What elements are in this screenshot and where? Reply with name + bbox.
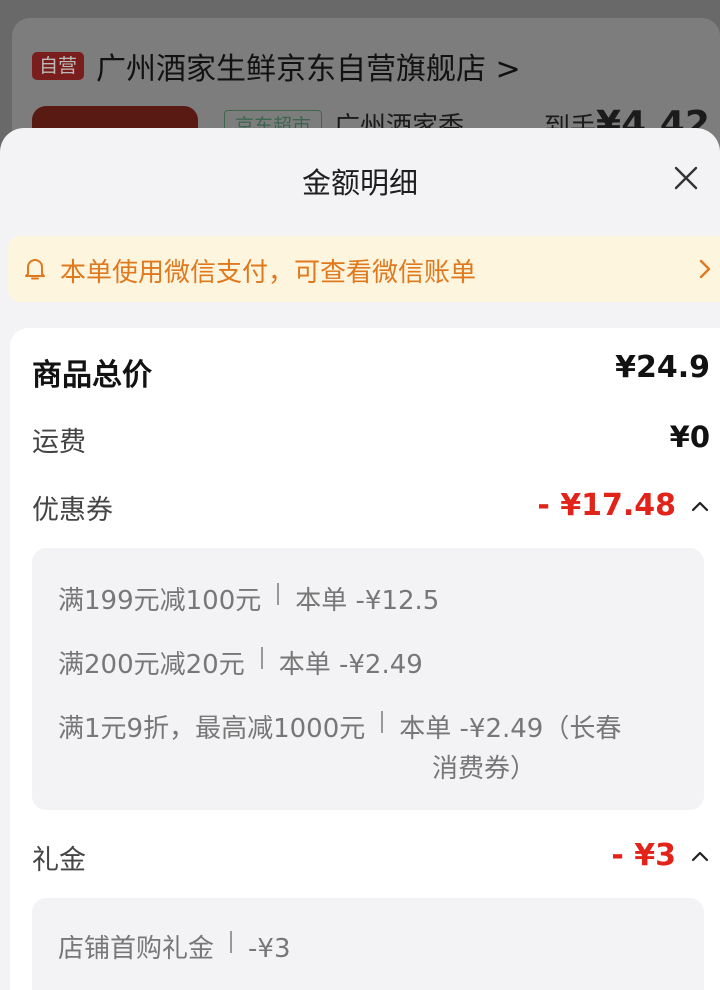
gift-row[interactable]: 礼金 - ¥3 (10, 838, 710, 882)
gift-item: 店铺首购礼金 -¥3 (58, 928, 290, 965)
coupon-value: - ¥17.48 (537, 488, 676, 523)
gift-amount: -¥3 (248, 934, 291, 964)
self-operated-badge: 自营 (32, 52, 84, 80)
bell-icon (25, 259, 45, 280)
coupon-amount-continued: 消费券） (432, 754, 537, 784)
divider (230, 931, 233, 953)
chevron-up-icon[interactable] (690, 500, 710, 512)
shipping-value: ¥0 (669, 420, 710, 454)
divider (260, 647, 263, 669)
shipping-label: 运费 (32, 427, 86, 458)
gift-value: - ¥3 (611, 838, 676, 873)
coupon-rule: 满1元9折，最高减1000元 (58, 714, 366, 744)
gift-total[interactable]: - ¥3 (611, 838, 710, 873)
coupon-rule: 满200元减20元 (58, 650, 245, 680)
amount-card: 商品总价 ¥24.9 运费 ¥0 优惠券 - ¥17.48 满199元减100元… (10, 328, 720, 990)
coupon-details: 满199元减100元 本单 -¥12.5 满200元减20元 本单 -¥2.49 满… (32, 548, 704, 810)
coupon-amount: 本单 -¥2.49（长春 (399, 714, 622, 744)
coupon-rule: 满199元减100元 (58, 586, 262, 616)
notice-text: 本单使用微信支付，可查看微信账单 (60, 258, 477, 288)
store-name-link[interactable]: 广州酒家生鲜京东自营旗舰店 > (96, 44, 521, 88)
coupon-amount: 本单 -¥2.49 (278, 650, 423, 680)
wechat-pay-notice[interactable]: 本单使用微信支付，可查看微信账单 (8, 236, 720, 302)
coupon-total[interactable]: - ¥17.48 (537, 488, 710, 523)
total-price-value: ¥24.9 (615, 350, 710, 385)
total-price-label: 商品总价 (32, 358, 152, 393)
gift-details: 店铺首购礼金 -¥3 (32, 898, 704, 990)
total-price-row: 商品总价 ¥24.9 (10, 350, 710, 394)
coupon-amount: 本单 -¥12.5 (295, 586, 440, 616)
coupon-item: 满1元9折，最高减1000元 本单 -¥2.49（长春 (58, 708, 621, 745)
coupon-row[interactable]: 优惠券 - ¥17.48 (10, 488, 710, 532)
shipping-row: 运费 ¥0 (10, 420, 710, 464)
chevron-up-icon[interactable] (690, 850, 710, 862)
coupon-item: 满200元减20元 本单 -¥2.49 (58, 644, 423, 681)
gift-label: 礼金 (32, 845, 86, 876)
gift-rule: 店铺首购礼金 (58, 934, 215, 964)
sheet-title: 金额明细 (301, 166, 418, 200)
close-icon[interactable] (670, 162, 702, 194)
divider (381, 711, 384, 733)
coupon-label: 优惠券 (32, 495, 113, 526)
amount-detail-sheet: 金额明细 本单使用微信支付，可查看微信账单 商品总价 ¥24.9 运费 ¥0 优… (0, 128, 720, 990)
coupon-item: 满199元减100元 本单 -¥12.5 (58, 580, 439, 617)
divider (277, 583, 280, 605)
chevron-right-icon (699, 259, 711, 279)
